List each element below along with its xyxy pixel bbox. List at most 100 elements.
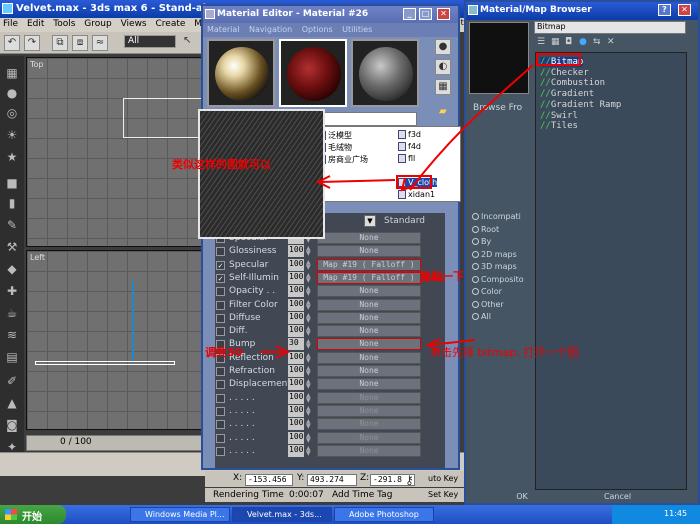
map-slot-button[interactable]: None <box>317 232 421 244</box>
map-amount-field[interactable]: 100 <box>288 444 304 457</box>
map-amount-field[interactable]: 100 <box>288 378 304 391</box>
link-icon[interactable]: ⧉ <box>52 35 68 51</box>
wrench-icon[interactable]: ✎ <box>4 218 20 232</box>
map-enable-checkbox[interactable] <box>216 300 225 310</box>
browser-map-item[interactable]: //Gradient Ramp <box>540 100 621 110</box>
browser-option[interactable]: Other <box>472 300 504 309</box>
select-object-icon[interactable]: ↖ <box>183 35 191 46</box>
minimize-icon[interactable]: _ <box>403 8 416 20</box>
menu-tools[interactable]: Tools <box>50 18 78 29</box>
amount-spinner-icon[interactable]: ▲▼ <box>306 299 311 310</box>
shader-dropdown-arrow[interactable]: ▼ <box>364 215 376 227</box>
auto-key-button[interactable]: uto Key <box>428 474 458 483</box>
menu-edit[interactable]: Edit <box>24 18 47 29</box>
map-slot-button[interactable]: None <box>317 338 421 351</box>
map-slot-button[interactable]: None <box>317 325 421 338</box>
map-amount-field[interactable]: 100 <box>288 351 304 364</box>
menu-utilities[interactable]: Utilities <box>338 23 375 34</box>
browser-option[interactable]: 2D maps <box>472 250 517 259</box>
map-slot-button[interactable]: Map #19 ( Falloff ) <box>317 271 421 284</box>
amount-spinner-icon[interactable]: ▲▼ <box>306 259 311 270</box>
large-icon-view-icon[interactable]: ◘ <box>565 37 572 47</box>
menu-navigation[interactable]: Navigation <box>245 23 295 34</box>
map-enable-checkbox[interactable] <box>216 367 225 376</box>
backlight-icon[interactable]: ◐ <box>435 59 451 75</box>
ok-button[interactable]: OK <box>472 492 572 504</box>
browser-option[interactable]: Root <box>472 225 499 234</box>
amount-spinner-icon[interactable]: ▲▼ <box>306 352 311 363</box>
menu-options[interactable]: Options <box>298 23 336 34</box>
file-item[interactable]: 房商业广场 <box>318 154 368 165</box>
amount-spinner-icon[interactable]: ▲▼ <box>306 326 311 337</box>
viewport-top[interactable]: Top <box>26 57 204 247</box>
map-enable-checkbox[interactable] <box>216 446 225 456</box>
browser-option[interactable]: Composito <box>472 275 524 284</box>
map-amount-field[interactable]: 100 <box>288 271 304 284</box>
undo-icon[interactable]: ↶ <box>4 35 20 51</box>
box-icon[interactable]: ■ <box>4 176 20 190</box>
map-enable-checkbox[interactable] <box>216 406 225 416</box>
folder-icon[interactable]: ▰ <box>439 106 447 117</box>
background-icon[interactable]: ▦ <box>435 79 451 95</box>
close-icon[interactable]: ✕ <box>678 4 691 16</box>
map-slot-button[interactable]: None <box>317 404 421 417</box>
map-slot-button[interactable]: None <box>317 378 421 391</box>
amount-spinner-icon[interactable]: ▲▼ <box>306 312 311 323</box>
amount-spinner-icon[interactable]: ▲▼ <box>306 246 311 257</box>
amount-spinner-icon[interactable]: ▲▼ <box>306 366 311 377</box>
amount-spinner-icon[interactable]: ▲▼ <box>306 432 311 443</box>
map-amount-field[interactable]: 100 <box>288 418 304 431</box>
sample-type-icon[interactable]: ● <box>435 39 451 55</box>
key-icon[interactable]: ⚷ <box>405 473 414 487</box>
browser-map-item[interactable]: //Swirl <box>540 111 578 121</box>
list-view-icon[interactable]: ☰ <box>537 37 545 47</box>
selection-filter-dropdown[interactable]: All <box>124 35 176 48</box>
map-amount-field[interactable]: 30 <box>288 338 304 351</box>
map-enable-checkbox[interactable] <box>216 287 225 297</box>
tube-icon[interactable]: ▤ <box>4 350 20 364</box>
amount-spinner-icon[interactable]: ▲▼ <box>306 272 311 283</box>
map-slot-button[interactable]: None <box>317 311 421 324</box>
amount-spinner-icon[interactable]: ▲▼ <box>306 419 311 430</box>
delete-icon[interactable]: ✕ <box>607 37 615 47</box>
brush-icon[interactable]: ✐ <box>4 374 20 388</box>
map-slot-button[interactable]: Map #19 ( Falloff ) <box>317 258 421 271</box>
viewport-left[interactable]: Left <box>26 250 204 430</box>
sphere-icon[interactable]: ● <box>579 37 587 47</box>
browser-option[interactable]: By <box>472 237 491 246</box>
add-time-tag-button[interactable]: Add Time Tag <box>332 490 392 500</box>
wave-icon[interactable]: ≋ <box>4 328 20 342</box>
icon-view-icon[interactable]: ▦ <box>551 37 560 47</box>
map-slot-button[interactable]: None <box>317 444 421 457</box>
menu-views[interactable]: Views <box>118 18 150 29</box>
maximize-icon[interactable]: □ <box>419 8 432 20</box>
help-icon[interactable]: ? <box>658 4 671 16</box>
sphere-icon[interactable]: ● <box>4 86 20 100</box>
file-item[interactable]: xidan1 <box>398 190 435 199</box>
amount-spinner-icon[interactable]: ▲▼ <box>306 339 311 350</box>
file-item[interactable]: f3d <box>398 130 421 139</box>
map-slot-button[interactable]: None <box>317 351 421 364</box>
map-enable-checkbox[interactable] <box>216 380 225 390</box>
menu-group[interactable]: Group <box>81 18 114 29</box>
map-enable-checkbox[interactable] <box>216 247 225 257</box>
material-slot-2[interactable] <box>279 39 347 107</box>
map-enable-checkbox[interactable] <box>216 433 225 443</box>
map-slot-button[interactable]: None <box>317 298 421 311</box>
amount-spinner-icon[interactable]: ▲▼ <box>306 286 311 297</box>
menu-file[interactable]: File <box>0 18 21 29</box>
set-key-button[interactable]: Set Key <box>428 490 458 499</box>
map-enable-checkbox[interactable]: ✓ <box>216 273 225 283</box>
map-amount-field[interactable]: 100 <box>288 391 304 404</box>
menu-create[interactable]: Create <box>153 18 189 29</box>
map-amount-field[interactable]: 100 <box>288 325 304 338</box>
map-slot-button[interactable]: None <box>317 391 421 404</box>
close-icon[interactable]: ✕ <box>437 8 450 20</box>
map-slot-button[interactable]: None <box>317 418 421 431</box>
map-slot-button[interactable]: None <box>317 365 421 377</box>
file-list[interactable]: 泛模型毛绒物房商业广场f3df4dfllV_clothxidan1街道街道街道名… <box>315 126 461 202</box>
map-amount-field[interactable]: 100 <box>288 311 304 324</box>
start-button[interactable]: 开始 <box>0 505 66 524</box>
map-amount-field[interactable]: 100 <box>288 298 304 311</box>
hammer-icon[interactable]: ⚒ <box>4 240 20 254</box>
